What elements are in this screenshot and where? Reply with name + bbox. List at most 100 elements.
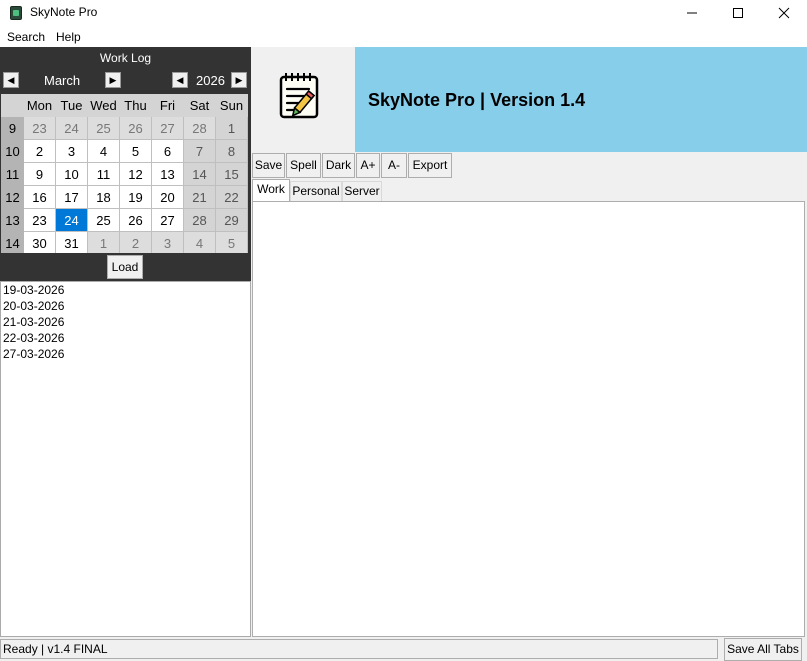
- week-number: 13: [1, 208, 24, 232]
- calendar-day[interactable]: 5: [215, 231, 248, 255]
- calendar-day[interactable]: 26: [119, 116, 152, 140]
- text-editor[interactable]: [252, 201, 805, 637]
- banner-title-area: SkyNote Pro | Version 1.4: [355, 47, 807, 152]
- save-all-tabs-button[interactable]: Save All Tabs: [724, 638, 802, 661]
- calendar-day[interactable]: 27: [151, 208, 184, 232]
- right-panel: SkyNote Pro | Version 1.4 Save Spell Dar…: [251, 47, 807, 637]
- calendar-day[interactable]: 21: [183, 185, 216, 209]
- calendar-day[interactable]: 22: [215, 185, 248, 209]
- menu-search[interactable]: Search: [7, 30, 45, 44]
- font-increase-button[interactable]: A+: [356, 153, 380, 178]
- calendar-day[interactable]: 26: [119, 208, 152, 232]
- calendar-day[interactable]: 9: [23, 162, 56, 186]
- toolbar: Save Spell Dark A+ A- Export: [251, 152, 807, 179]
- calendar-day[interactable]: 17: [55, 185, 88, 209]
- weekday-header: Sun: [215, 94, 248, 117]
- dark-mode-button[interactable]: Dark: [322, 153, 355, 178]
- calendar-day[interactable]: 28: [183, 208, 216, 232]
- calendar-day[interactable]: 3: [151, 231, 184, 255]
- week-number: 14: [1, 231, 24, 255]
- arrow-right-icon: ▶: [235, 75, 243, 85]
- calendar-day[interactable]: 14: [183, 162, 216, 186]
- calendar-day[interactable]: 28: [183, 116, 216, 140]
- notepad-pencil-icon: [279, 73, 319, 119]
- font-decrease-button[interactable]: A-: [381, 153, 407, 178]
- week-number-header: [1, 94, 24, 117]
- file-list-item[interactable]: 20-03-2026: [1, 298, 250, 314]
- minimize-icon: [687, 12, 697, 14]
- export-button[interactable]: Export: [408, 153, 452, 178]
- tab-personal[interactable]: Personal: [290, 181, 342, 201]
- week-number: 11: [1, 162, 24, 186]
- calendar-day[interactable]: 23: [23, 208, 56, 232]
- calendar-day[interactable]: 11: [87, 162, 120, 186]
- calendar-day[interactable]: 16: [23, 185, 56, 209]
- spell-button[interactable]: Spell: [286, 153, 321, 178]
- window-title: SkyNote Pro: [30, 5, 98, 19]
- calendar-day[interactable]: 1: [87, 231, 120, 255]
- calendar-day[interactable]: 27: [151, 116, 184, 140]
- calendar-day[interactable]: 2: [23, 139, 56, 163]
- close-icon: [778, 7, 790, 19]
- file-list-item[interactable]: 22-03-2026: [1, 330, 250, 346]
- calendar-day[interactable]: 15: [215, 162, 248, 186]
- calendar-day[interactable]: 3: [55, 139, 88, 163]
- weekday-header: Wed: [87, 94, 120, 117]
- file-list-item[interactable]: 27-03-2026: [1, 346, 250, 362]
- file-list-item[interactable]: 19-03-2026: [1, 282, 250, 298]
- tab-bar: Work Personal Server: [251, 179, 807, 201]
- menu-bar: Search Help: [0, 26, 807, 47]
- calendar-day[interactable]: 25: [87, 208, 120, 232]
- banner: SkyNote Pro | Version 1.4: [251, 47, 807, 152]
- calendar-nav: ◀ March ▶ ◀ 2026 ▶: [0, 69, 251, 93]
- title-bar: SkyNote Pro: [0, 0, 807, 26]
- menu-help[interactable]: Help: [56, 30, 81, 44]
- calendar-table: Mon Tue Wed Thu Fri Sat Sun 9 23 24 25 26 27 28 1 10 2 3…: [1, 94, 248, 255]
- week-number: 9: [1, 116, 24, 140]
- banner-icon-area: [251, 47, 354, 152]
- weekday-header: Fri: [151, 94, 184, 117]
- calendar-day[interactable]: 7: [183, 139, 216, 163]
- calendar-day[interactable]: 8: [215, 139, 248, 163]
- calendar-day[interactable]: 19: [119, 185, 152, 209]
- week-number: 12: [1, 185, 24, 209]
- calendar-day[interactable]: 23: [23, 116, 56, 140]
- file-list[interactable]: 19-03-2026 20-03-2026 21-03-2026 22-03-2026…: [0, 281, 251, 637]
- weekday-header: Sat: [183, 94, 216, 117]
- calendar-day[interactable]: 24: [55, 208, 88, 232]
- arrow-right-icon: ▶: [109, 75, 117, 85]
- calendar-day[interactable]: 10: [55, 162, 88, 186]
- month-label: March: [44, 73, 81, 88]
- maximize-icon: [733, 8, 743, 18]
- calendar-day[interactable]: 4: [87, 139, 120, 163]
- weekday-header: Tue: [55, 94, 88, 117]
- calendar-day[interactable]: 2: [119, 231, 152, 255]
- calendar-day[interactable]: 1: [215, 116, 248, 140]
- tab-work[interactable]: Work: [252, 179, 290, 201]
- next-year-button[interactable]: ▶: [231, 72, 247, 88]
- close-button[interactable]: [761, 0, 807, 26]
- calendar-day[interactable]: 6: [151, 139, 184, 163]
- save-button[interactable]: Save: [252, 153, 285, 178]
- minimize-button[interactable]: [669, 0, 715, 26]
- calendar-day[interactable]: 18: [87, 185, 120, 209]
- maximize-button[interactable]: [715, 0, 761, 26]
- calendar-day[interactable]: 4: [183, 231, 216, 255]
- calendar-day[interactable]: 30: [23, 231, 56, 255]
- app-window: SkyNote Pro Search Help Work Log ◀ March…: [0, 0, 807, 661]
- prev-year-button[interactable]: ◀: [172, 72, 188, 88]
- calendar-grid: Mon Tue Wed Thu Fri Sat Sun 9 23 24 25 26 27 28 1 10 2 3…: [0, 93, 251, 255]
- calendar-day[interactable]: 12: [119, 162, 152, 186]
- calendar-day[interactable]: 29: [215, 208, 248, 232]
- calendar-day[interactable]: 13: [151, 162, 184, 186]
- prev-month-button[interactable]: ◀: [3, 72, 19, 88]
- file-list-item[interactable]: 21-03-2026: [1, 314, 250, 330]
- calendar-day[interactable]: 25: [87, 116, 120, 140]
- next-month-button[interactable]: ▶: [105, 72, 121, 88]
- calendar-day[interactable]: 24: [55, 116, 88, 140]
- calendar-day[interactable]: 5: [119, 139, 152, 163]
- tab-server[interactable]: Server: [342, 181, 382, 201]
- load-button[interactable]: Load: [107, 255, 143, 279]
- calendar-day[interactable]: 20: [151, 185, 184, 209]
- calendar-day[interactable]: 31: [55, 231, 88, 255]
